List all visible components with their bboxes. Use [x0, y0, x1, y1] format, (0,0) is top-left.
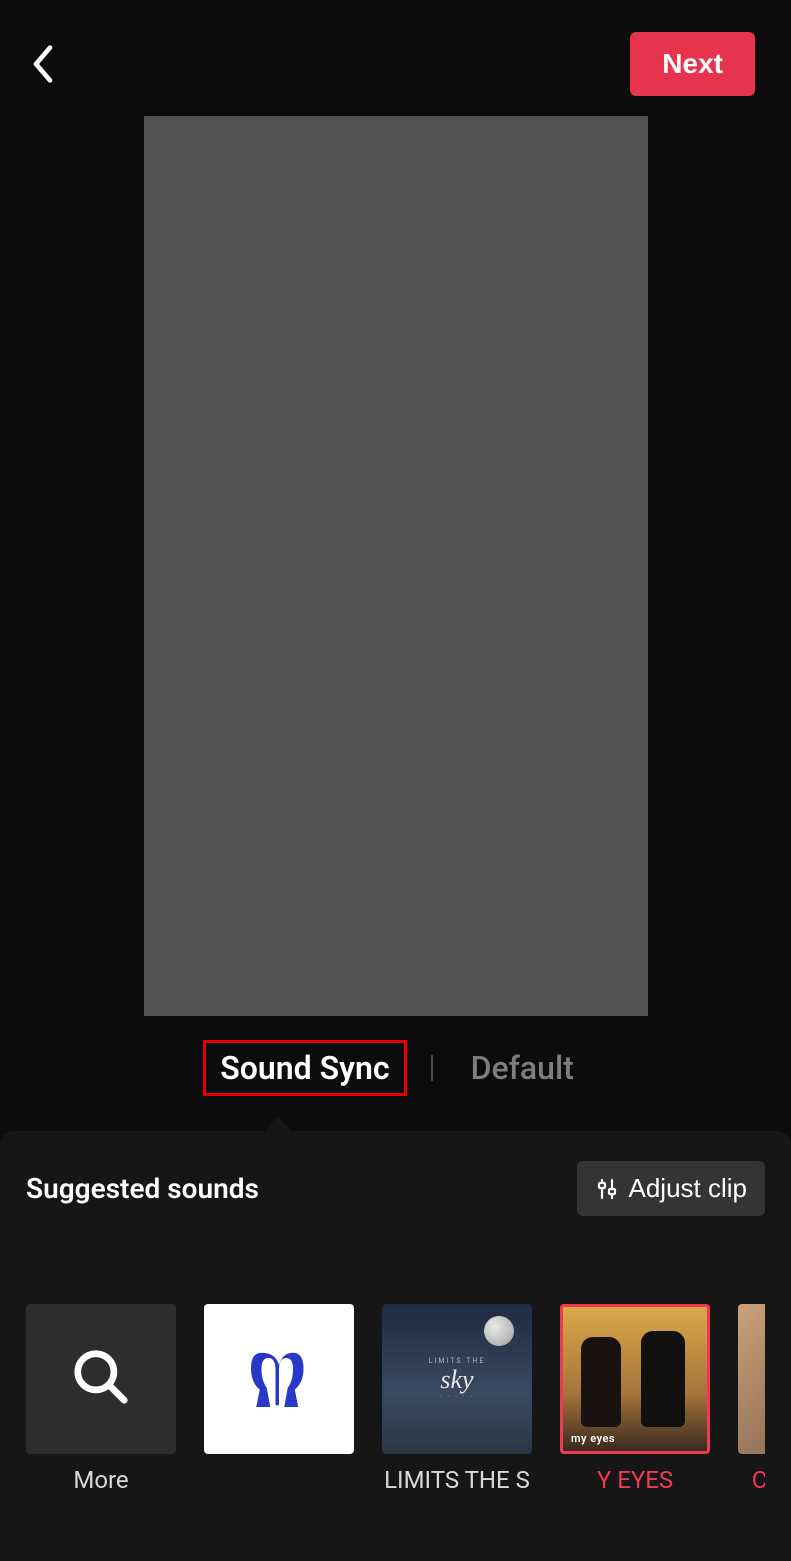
sound-item-track2[interactable]: LIMITS THE sky · · · · · LIMITS THE S	[382, 1304, 532, 1494]
moon-graphic	[484, 1316, 514, 1346]
sound-label: More	[73, 1466, 128, 1494]
sound-label: Y EYES	[597, 1466, 673, 1494]
album-art[interactable]: my eyes	[560, 1304, 710, 1454]
header-bar: Next	[0, 0, 791, 100]
adjust-clip-button[interactable]: Adjust clip	[577, 1161, 766, 1216]
album-art[interactable]: LIMITS THE sky · · · · ·	[382, 1304, 532, 1454]
album-pretitle: LIMITS THE	[429, 1357, 486, 1365]
sound-item-track4[interactable]: CL	[738, 1304, 765, 1494]
sound-item-track1[interactable]	[204, 1304, 354, 1494]
panel-header: Suggested sounds Adjust clip	[26, 1161, 765, 1216]
search-icon	[70, 1346, 132, 1412]
sound-label: LIMITS THE S	[384, 1466, 530, 1494]
album-title-graphic: sky	[440, 1365, 473, 1395]
preview-area	[0, 100, 791, 1016]
sound-label: CL	[752, 1466, 765, 1494]
tab-divider	[431, 1055, 433, 1081]
album-art[interactable]	[738, 1304, 765, 1454]
figure-graphic	[641, 1331, 685, 1427]
sound-item-more[interactable]: More	[26, 1304, 176, 1494]
sync-tabs: Sound Sync Default	[0, 1040, 791, 1096]
figure-graphic	[581, 1337, 621, 1427]
back-button[interactable]	[28, 43, 58, 85]
album-art-graphic	[234, 1344, 324, 1414]
chevron-left-icon	[28, 43, 58, 85]
panel-title: Suggested sounds	[26, 1172, 259, 1205]
tab-pointer	[264, 1116, 292, 1132]
sound-carousel[interactable]: More LIMITS THE sky · · · · · LIMITS THE…	[26, 1304, 765, 1494]
video-preview[interactable]	[144, 116, 648, 1016]
tab-default[interactable]: Default	[457, 1043, 588, 1093]
sound-item-track3[interactable]: my eyes Y EYES	[560, 1304, 710, 1494]
more-tile[interactable]	[26, 1304, 176, 1454]
album-subtitle-graphic: · · · · ·	[440, 1393, 474, 1401]
adjust-clip-label: Adjust clip	[629, 1173, 748, 1204]
suggested-sounds-panel: Suggested sounds Adjust clip	[0, 1131, 791, 1561]
sliders-icon	[595, 1177, 619, 1201]
album-caption: my eyes	[571, 1432, 615, 1445]
next-button[interactable]: Next	[630, 32, 755, 96]
tab-sound-sync[interactable]: Sound Sync	[203, 1040, 406, 1096]
album-art[interactable]	[204, 1304, 354, 1454]
